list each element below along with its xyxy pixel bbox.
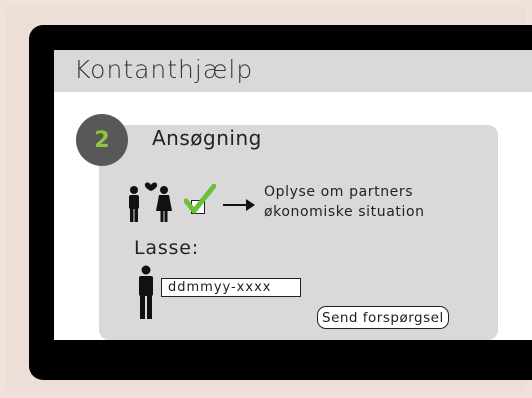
- app-title: Kontanthjælp: [74, 55, 254, 84]
- person-name: Lasse:: [134, 237, 199, 259]
- step-number: 2: [94, 127, 110, 153]
- app-header: Kontanthjælp: [54, 50, 532, 92]
- partner-info-line-1: Oplyse om partners: [264, 184, 414, 200]
- step-badge: 2: [76, 114, 128, 166]
- partner-info-line-2: økonomiske situation: [264, 204, 425, 220]
- check-icon: [184, 184, 216, 214]
- send-request-button[interactable]: Send forspørgsel: [317, 306, 449, 329]
- cpr-input[interactable]: ddmmyy-xxxx: [161, 278, 301, 297]
- step-title: Ansøgning: [152, 126, 262, 150]
- arrow-right-icon: [223, 199, 255, 211]
- couple-icon: [129, 182, 172, 222]
- partner-info-text: Oplyse om partners økonomiske situation: [264, 182, 425, 222]
- person-icon: [139, 265, 153, 319]
- device-bottom-bezel: [54, 340, 532, 380]
